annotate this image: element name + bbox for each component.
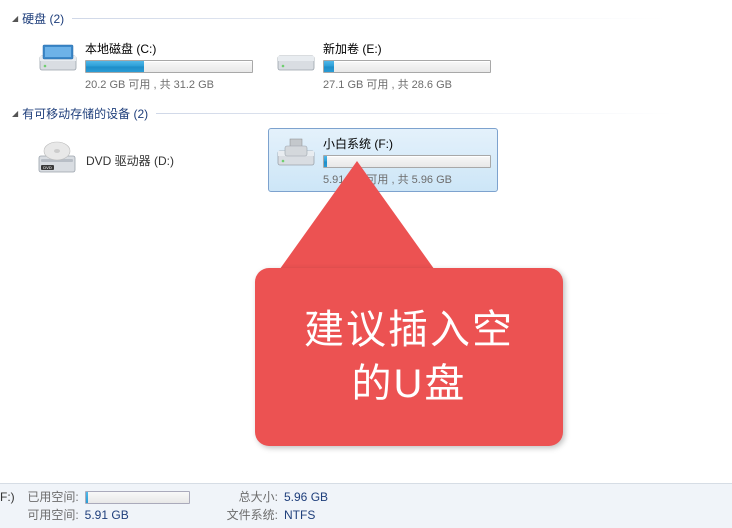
divider: [72, 18, 732, 19]
callout-line1: 建议插入空: [304, 308, 514, 352]
drive-e[interactable]: 新加卷 (E:) 27.1 GB 可用 , 共 28.6 GB: [268, 33, 498, 97]
drive-e-name: 新加卷 (E:): [323, 40, 491, 57]
hdd-icon: [37, 38, 79, 78]
drive-c-stats: 20.2 GB 可用 , 共 31.2 GB: [85, 76, 253, 92]
drive-c-usage-bar: [85, 60, 253, 73]
divider: [156, 113, 732, 114]
usb-drive-icon: [275, 133, 317, 173]
drive-e-usage-bar: [323, 60, 491, 73]
status-free-label: 可用空间:: [19, 506, 79, 524]
drive-f-name: 小白系统 (F:): [323, 135, 491, 152]
status-fs-label: 文件系统:: [218, 506, 278, 524]
status-total-label: 总大小:: [218, 488, 278, 506]
drive-f[interactable]: 小白系统 (F:) 5.91 GB 可用 , 共 5.96 GB: [268, 128, 498, 192]
svg-text:DVD: DVD: [43, 165, 52, 170]
category-hdd[interactable]: ◢ 硬盘 (2): [0, 8, 732, 29]
drive-c-name: 本地磁盘 (C:): [85, 40, 253, 57]
collapse-arrow-icon: ◢: [12, 14, 18, 23]
callout-annotation: 建议插入空 的U盘: [255, 268, 563, 446]
dvd-drive-icon: DVD: [36, 140, 78, 180]
status-fs-value: NTFS: [284, 506, 315, 524]
status-total-value: 5.96 GB: [284, 488, 328, 506]
collapse-arrow-icon: ◢: [12, 109, 18, 118]
drive-dvd[interactable]: DVD DVD 驱动器 (D:): [30, 128, 260, 192]
status-drive-label: F:): [0, 488, 15, 506]
status-free-value: 5.91 GB: [85, 506, 129, 524]
status-used-label: 已用空间:: [19, 488, 79, 506]
callout-line2: 的U盘: [352, 362, 467, 406]
category-removable[interactable]: ◢ 有可移动存储的设备 (2): [0, 103, 732, 124]
drive-e-stats: 27.1 GB 可用 , 共 28.6 GB: [323, 76, 491, 92]
drive-dvd-name: DVD 驱动器 (D:): [86, 152, 174, 169]
status-bar: F:) 已用空间: 总大小: 5.96 GB F:) 可用空间: 5.91 GB…: [0, 483, 732, 528]
drive-c[interactable]: 本地磁盘 (C:) 20.2 GB 可用 , 共 31.2 GB: [30, 33, 260, 97]
category-hdd-label: 硬盘 (2): [22, 10, 64, 27]
drive-f-stats: 5.91 GB 可用 , 共 5.96 GB: [323, 171, 491, 187]
status-usage-bar: [85, 491, 190, 504]
category-removable-label: 有可移动存储的设备 (2): [22, 105, 148, 122]
drive-f-usage-bar: [323, 155, 491, 168]
hdd-icon: [275, 38, 317, 78]
